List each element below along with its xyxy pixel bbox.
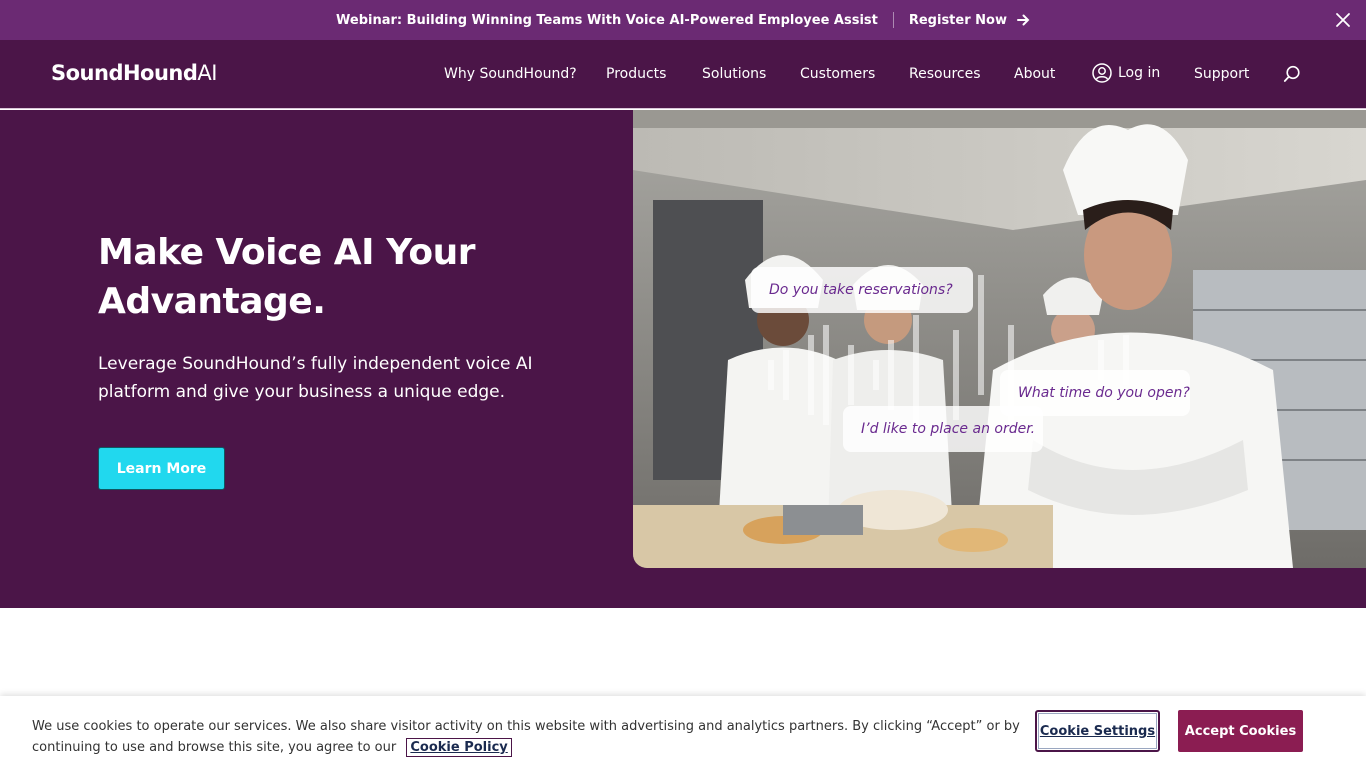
learn-more-button[interactable]: Learn More [98, 447, 225, 490]
hero-title: Make Voice AI Your Advantage. [98, 232, 475, 322]
user-circle-icon [1092, 63, 1112, 83]
nav-customers[interactable]: Customers [800, 66, 875, 82]
nav-solutions[interactable]: Solutions [702, 66, 766, 82]
nav-why-soundhound[interactable]: Why SoundHound? [444, 66, 577, 82]
hero-image: Do you take reservations? What time do y… [633, 110, 1366, 568]
cookie-text-container: We use cookies to operate our services. … [32, 716, 1032, 758]
announcement-divider [892, 12, 894, 28]
chat-bubble: I’d like to place an order. [843, 406, 1043, 452]
search-icon[interactable] [1283, 65, 1301, 83]
arrow-right-icon [1016, 14, 1030, 26]
nav-products[interactable]: Products [606, 66, 666, 82]
close-icon[interactable] [1334, 11, 1352, 29]
announcement-bar: Webinar: Building Winning Teams With Voi… [0, 0, 1366, 40]
register-now-label: Register Now [908, 12, 1007, 28]
cookie-banner: We use cookies to operate our services. … [0, 696, 1366, 768]
nav-login[interactable]: Log in [1092, 63, 1160, 83]
cookie-message: We use cookies to operate our services. … [32, 719, 1020, 755]
hero-subtitle: Leverage SoundHound’s fully independent … [98, 354, 533, 402]
login-label: Log in [1118, 65, 1161, 81]
cookie-settings-button[interactable]: Cookie Settings [1035, 710, 1160, 752]
kitchen-chefs-illustration [633, 110, 1366, 568]
nav-resources[interactable]: Resources [909, 66, 981, 82]
accept-cookies-button[interactable]: Accept Cookies [1178, 710, 1303, 752]
cookie-policy-link[interactable]: Cookie Policy [406, 738, 512, 757]
nav-links: Why SoundHound? Products Solutions Custo… [0, 40, 1366, 109]
main-nav: SoundHoundAI Why SoundHound? Products So… [0, 40, 1366, 109]
announcement-message[interactable]: Webinar: Building Winning Teams With Voi… [336, 13, 878, 28]
register-now-link[interactable]: Register Now [909, 13, 1030, 28]
nav-support[interactable]: Support [1194, 66, 1249, 82]
nav-about[interactable]: About [1014, 66, 1055, 82]
hero-section: Make Voice AI Your Advantage. Leverage S… [0, 110, 1366, 608]
chat-bubble: Do you take reservations? [751, 267, 973, 313]
